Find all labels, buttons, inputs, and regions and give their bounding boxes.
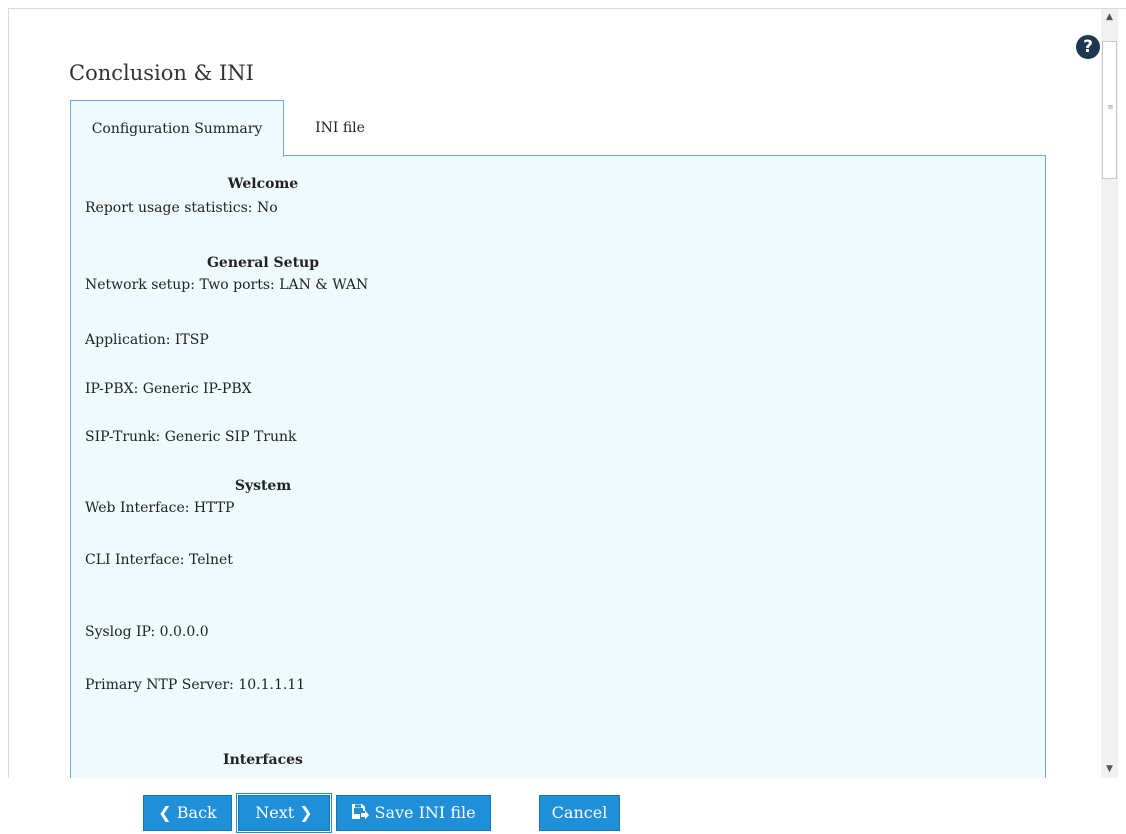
- configuration-summary-panel: Welcome Report usage statistics: No Gene…: [70, 155, 1046, 778]
- section-heading-system: System: [234, 478, 292, 494]
- summary-syslog-ip: Syslog IP: 0.0.0.0: [85, 624, 209, 640]
- section-heading-general-setup: General Setup: [206, 255, 320, 271]
- summary-ntp-server: Primary NTP Server: 10.1.1.11: [85, 677, 306, 693]
- help-icon[interactable]: ?: [1076, 35, 1100, 59]
- scroll-up-arrow-icon[interactable]: ▲: [1101, 9, 1118, 26]
- save-file-icon: [351, 803, 374, 822]
- cancel-button[interactable]: Cancel: [539, 795, 620, 831]
- summary-cli-interface: CLI Interface: Telnet: [85, 552, 233, 568]
- summary-network-setup: Network setup: Two ports: LAN & WAN: [85, 277, 369, 293]
- summary-application: Application: ITSP: [85, 332, 209, 348]
- summary-sip-trunk: SIP-Trunk: Generic SIP Trunk: [85, 429, 297, 445]
- chevron-right-icon: ❯: [299, 803, 313, 822]
- tab-configuration-summary[interactable]: Configuration Summary: [70, 100, 284, 157]
- tab-ini-file[interactable]: INI file: [305, 100, 375, 157]
- page-title: Conclusion & INI: [69, 61, 254, 85]
- wizard-frame: Conclusion & INI Configuration Summary I…: [8, 8, 1126, 778]
- save-ini-file-label: Save INI file: [374, 803, 476, 822]
- summary-web-interface: Web Interface: HTTP: [85, 500, 235, 516]
- summary-report-usage: Report usage statistics: No: [85, 200, 278, 216]
- summary-ip-pbx: IP-PBX: Generic IP-PBX: [85, 381, 252, 397]
- next-button-label: Next: [255, 803, 295, 822]
- section-heading-interfaces: Interfaces: [223, 752, 303, 768]
- next-button[interactable]: Next ❯: [236, 793, 332, 833]
- back-button-label: Back: [176, 803, 217, 822]
- scrollbar-thumb[interactable]: ≡: [1102, 41, 1117, 179]
- chevron-left-icon: ❮: [158, 803, 172, 822]
- grip-icon: ≡: [1107, 103, 1114, 111]
- section-heading-welcome: Welcome: [227, 176, 299, 192]
- save-ini-file-button[interactable]: Save INI file: [336, 795, 491, 831]
- scroll-down-arrow-icon[interactable]: ▼: [1101, 761, 1118, 778]
- vertical-scrollbar[interactable]: ▲ ≡ ▼: [1101, 9, 1118, 778]
- back-button[interactable]: ❮ Back: [143, 795, 232, 831]
